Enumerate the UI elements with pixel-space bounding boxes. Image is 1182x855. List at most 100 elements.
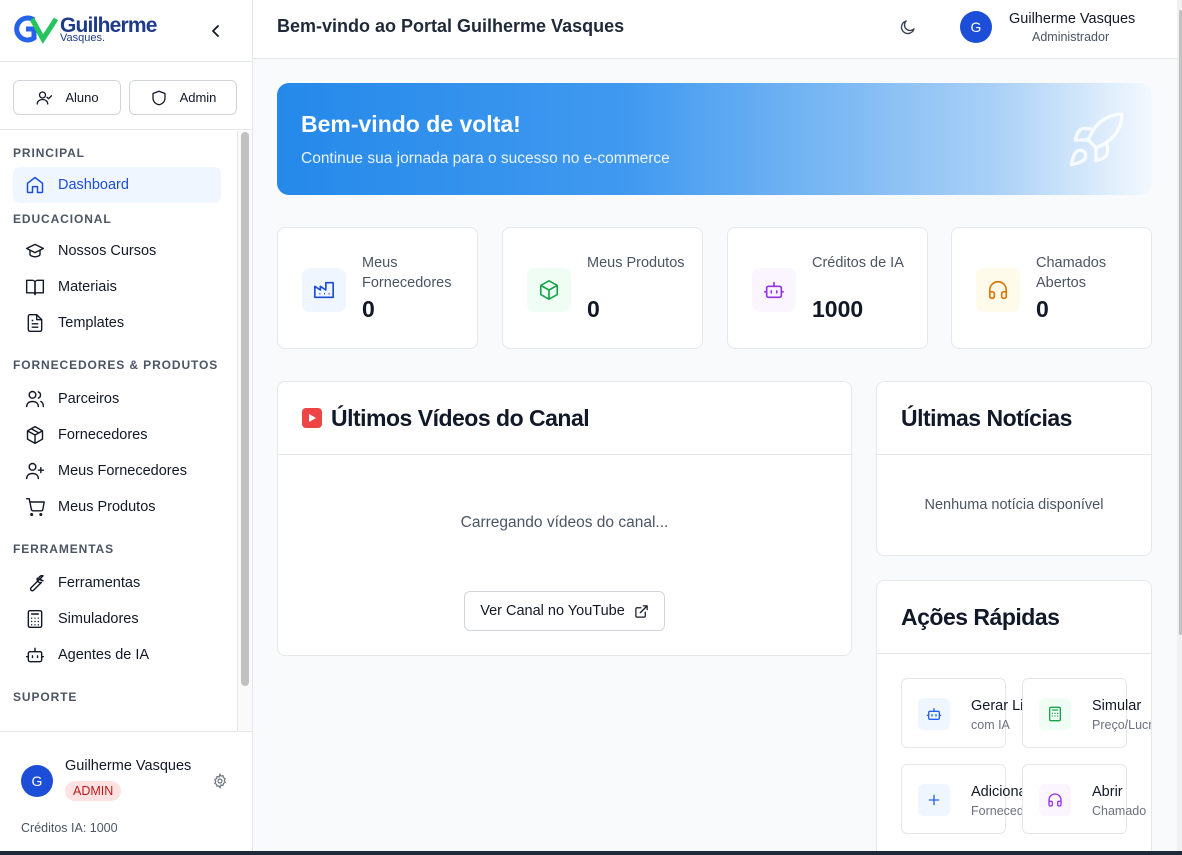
youtube-icon <box>302 408 322 428</box>
sidebar-item-cursos[interactable]: Nossos Cursos <box>13 233 221 269</box>
moon-icon <box>900 20 915 35</box>
videos-panel: Últimos Vídeos do Canal Carregando vídeo… <box>277 381 852 656</box>
sidebar-item-label: Simuladores <box>58 611 139 627</box>
role-student-button[interactable]: Aluno <box>13 80 121 115</box>
nav-section-ferramentas: FERRAMENTAS <box>13 542 115 556</box>
sidebar-item-materiais[interactable]: Materiais <box>13 269 221 305</box>
quick-action-title: Abrir <box>1092 784 1123 800</box>
shopping-cart-icon <box>25 497 45 517</box>
sidebar-item-dashboard[interactable]: Dashboard <box>13 167 221 203</box>
youtube-button-label: Ver Canal no YouTube <box>480 603 625 619</box>
news-panel: Últimas Notícias Nenhuma notícia disponí… <box>876 381 1152 556</box>
news-panel-header: Últimas Notícias <box>877 382 1151 455</box>
quick-actions-grid: Gerar Listagem com IA Simular Preço/Lucr… <box>877 655 1151 855</box>
sidebar-nav: PRINCIPAL Dashboard EDUCACIONAL Nossos C… <box>0 131 237 731</box>
sidebar-item-label: Materiais <box>58 279 117 295</box>
sidebar-item-label: Agentes de IA <box>58 647 150 663</box>
nav-section-principal: PRINCIPAL <box>13 146 85 160</box>
videos-loading-text: Carregando vídeos do canal... <box>460 514 669 531</box>
chevron-left-icon <box>212 25 219 37</box>
logo[interactable]: Guilherme Vasques. <box>12 14 157 44</box>
videos-panel-header: Últimos Vídeos do Canal <box>278 382 851 455</box>
sidebar-item-parceiros[interactable]: Parceiros <box>13 381 221 417</box>
sidebar-item-agentes[interactable]: Agentes de IA <box>13 637 221 673</box>
file-text-icon <box>25 313 45 333</box>
top-header: Bem-vindo ao Portal Guilherme Vasques G … <box>253 0 1182 59</box>
bot-icon <box>918 698 950 730</box>
logo-mark-icon <box>12 14 58 44</box>
sidebar-item-label: Ferramentas <box>58 575 141 591</box>
news-empty-text: Nenhuma notícia disponível <box>924 497 1104 513</box>
sidebar-item-label: Meus Fornecedores <box>58 463 187 479</box>
quick-action-abrir-chamado[interactable]: Abrir Chamado <box>1022 764 1146 834</box>
nav-section-suporte: SUPORTE <box>13 690 78 704</box>
bottom-edge <box>0 851 1182 855</box>
stat-label: Créditos de IA <box>812 255 904 271</box>
welcome-banner: Bem-vindo de volta! Continue sua jornada… <box>277 83 1152 195</box>
stat-value: 0 <box>362 296 375 322</box>
external-link-icon <box>634 604 649 619</box>
header-user-name: Guilherme Vasques <box>1009 11 1136 27</box>
quick-actions-header: Ações Rápidas <box>877 581 1151 654</box>
role-admin-label: Admin <box>179 90 217 105</box>
sidebar-item-label: Dashboard <box>58 177 129 193</box>
stat-card-produtos[interactable]: Meus Produtos 0 <box>502 227 703 349</box>
graduation-cap-icon <box>25 241 45 261</box>
stat-card-fornecedores[interactable]: Meus Fornecedores 0 <box>277 227 478 349</box>
sidebar-item-meus-produtos[interactable]: Meus Produtos <box>13 489 221 525</box>
nav-section-educacional: EDUCACIONAL <box>13 212 112 226</box>
stat-value: 0 <box>1036 296 1049 322</box>
sidebar-item-ferramentas[interactable]: Ferramentas <box>13 565 221 601</box>
home-icon <box>25 175 45 195</box>
rocket-icon <box>1065 109 1127 171</box>
headphones-icon <box>1039 784 1071 816</box>
factory-icon <box>302 268 346 312</box>
sidebar-item-fornecedores[interactable]: Fornecedores <box>13 417 221 453</box>
stat-card-chamados[interactable]: Chamados Abertos 0 <box>951 227 1152 349</box>
sidebar-scrollbar-thumb[interactable] <box>241 132 249 686</box>
theme-toggle-button[interactable] <box>899 18 917 36</box>
header-user-role: Administrador <box>1032 30 1110 44</box>
stat-label: Meus Fornecedores <box>362 255 452 291</box>
package-icon <box>25 425 45 445</box>
quick-action-title: Simular <box>1092 698 1142 714</box>
stat-card-creditos[interactable]: Créditos de IA 1000 <box>727 227 928 349</box>
sidebar-item-simuladores[interactable]: Simuladores <box>13 601 221 637</box>
avatar[interactable]: G <box>21 765 53 797</box>
role-admin-button[interactable]: Admin <box>129 80 237 115</box>
role-student-label: Aluno <box>65 90 99 105</box>
users-icon <box>25 389 45 409</box>
headphones-icon <box>976 268 1020 312</box>
user-plus-icon <box>25 461 45 481</box>
videos-title: Últimos Vídeos do Canal <box>331 404 590 431</box>
sidebar-item-meus-fornecedores[interactable]: Meus Fornecedores <box>13 453 221 489</box>
sidebar-item-label: Templates <box>58 315 125 331</box>
footer-user-name: Guilherme Vasques <box>65 758 192 774</box>
package-icon <box>527 268 571 312</box>
stat-value: 1000 <box>812 296 864 322</box>
quick-action-simular[interactable]: Simular Preço/Lucro <box>1022 678 1151 748</box>
quick-action-subtitle: com IA <box>971 718 1010 732</box>
stat-label: Chamados Abertos <box>1036 255 1107 291</box>
sidebar-item-label: Meus Produtos <box>58 499 156 515</box>
welcome-title: Bem-vindo de volta! <box>301 111 521 137</box>
sidebar-item-label: Nossos Cursos <box>58 243 157 259</box>
stat-label: Meus Produtos <box>587 255 685 271</box>
youtube-channel-button[interactable]: Ver Canal no YouTube <box>464 591 665 631</box>
quick-action-subtitle: Chamado <box>1092 804 1147 818</box>
quick-action-adicionar[interactable]: Adicionar Fornecedor <box>901 764 1035 834</box>
collapse-sidebar-button[interactable] <box>206 21 226 41</box>
header-avatar[interactable]: G <box>960 11 992 43</box>
bot-icon <box>752 268 796 312</box>
settings-button[interactable] <box>212 773 228 789</box>
quick-action-gerar-listagem[interactable]: Gerar Listagem com IA <box>901 678 1071 748</box>
nav-section-fornecedores: FORNECEDORES & PRODUTOS <box>13 358 219 372</box>
sidebar-item-templates[interactable]: Templates <box>13 305 221 341</box>
shield-icon <box>150 89 168 107</box>
stat-value: 0 <box>587 296 600 322</box>
sidebar-header: Guilherme Vasques. <box>0 0 252 62</box>
sidebar-user-footer: G Guilherme Vasques ADMIN Créditos IA: 1… <box>0 731 252 855</box>
bot-icon <box>25 645 45 665</box>
wrench-icon <box>25 573 45 593</box>
page-title: Bem-vindo ao Portal Guilherme Vasques <box>277 16 625 36</box>
